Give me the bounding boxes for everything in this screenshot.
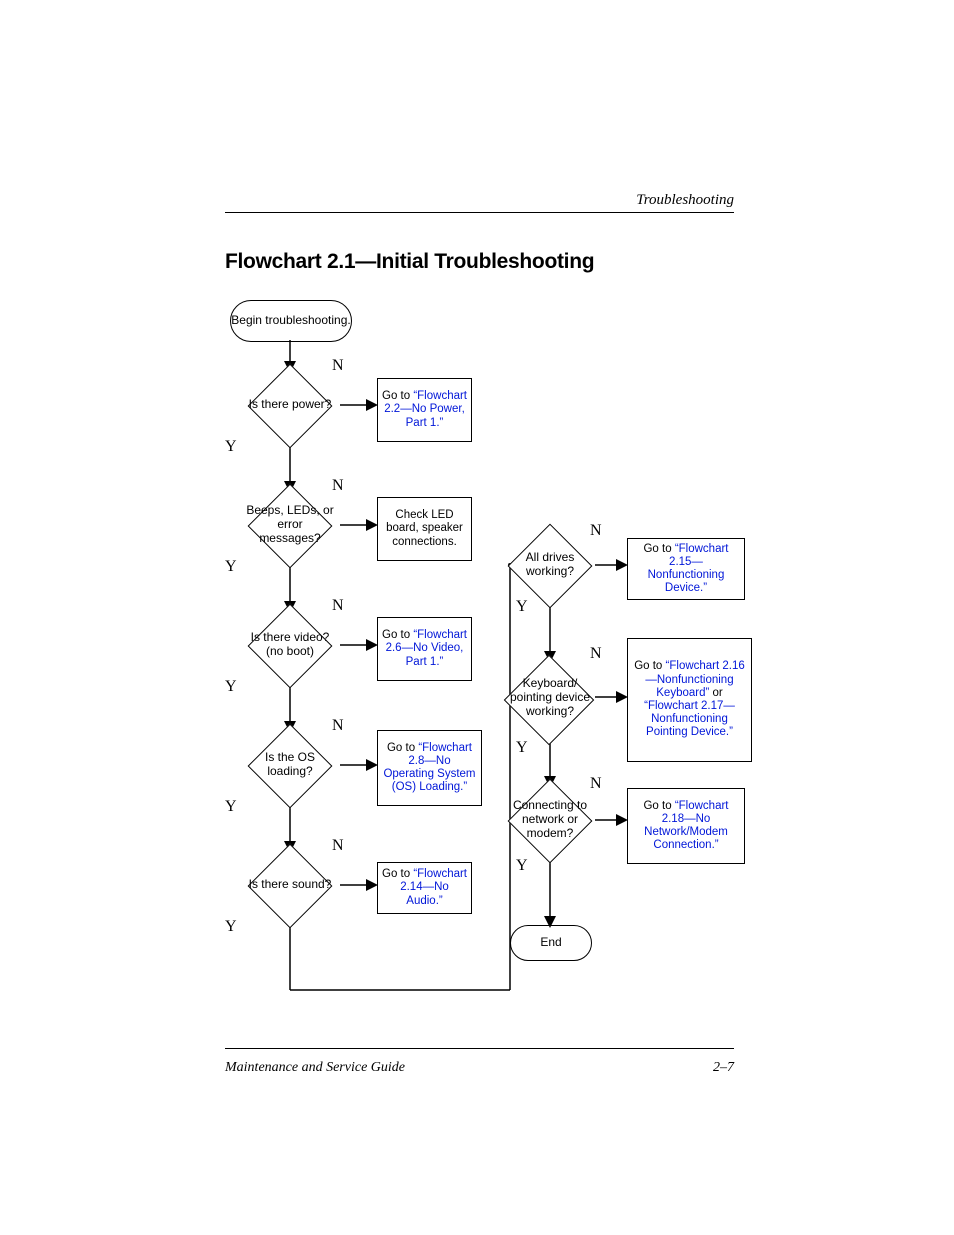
label-n: N [590,775,602,793]
decision-sound-text: Is there sound? [245,878,335,892]
action-no-video: Go to “Flowchart 2.6—No Video, Part 1.” [377,617,472,681]
begin-text: Begin troubleshooting. [231,314,350,328]
action-no-network: Go to “Flowchart 2.18—No Network/Modem C… [627,788,745,864]
action-no-audio: Go to “Flowchart 2.14—No Audio.” [377,862,472,914]
flowchart-title: Flowchart 2.1—Initial Troubleshooting [225,250,594,274]
decision-network-text: Connecting to network or modem? [505,799,595,840]
flowchart: Begin troubleshooting. Is there power? G… [220,290,760,1010]
label-n: N [590,522,602,540]
label-y: Y [516,857,528,875]
label-n: N [332,597,344,615]
decision-keyboard: Keyboard/ pointing device working? [505,658,595,738]
decision-drives-text: All drives working? [505,551,595,579]
header-rule [225,212,734,213]
decision-video: Is there video? (no boot) [245,608,335,682]
action-no-video-pre: Go to [382,629,413,641]
header-section: Troubleshooting [636,192,734,209]
action-no-power: Go to “Flowchart 2.2—No Power, Part 1.” [377,378,472,442]
decision-keyboard-text: Keyboard/ pointing device working? [505,677,595,718]
action-net-pre: Go to [643,800,674,812]
action-check-led: Check LED board, speaker connections. [377,497,472,561]
terminator-begin: Begin troubleshooting. [230,300,352,342]
label-y: Y [225,678,237,696]
decision-power: Is there power? [245,368,335,442]
label-y: Y [225,918,237,936]
label-y: Y [225,558,237,576]
action-no-power-pre: Go to [382,390,413,402]
action-kbd-pre: Go to [634,660,665,672]
page: Troubleshooting Flowchart 2.1—Initial Tr… [0,0,954,1235]
label-n: N [332,837,344,855]
action-nonfunction-kbd: Go to “Flowchart 2.16—Nonfunctioning Key… [627,638,752,762]
action-no-os: Go to “Flowchart 2.8—No Operating System… [377,730,482,806]
label-n: N [332,357,344,375]
label-n: N [332,477,344,495]
action-drives-pre: Go to [643,543,674,555]
label-n: N [332,717,344,735]
action-nonfunction-device: Go to “Flowchart 2.15—Nonfunctioning Dev… [627,538,745,600]
decision-os: Is the OS loading? [245,728,335,802]
label-y: Y [516,739,528,757]
decision-os-text: Is the OS loading? [245,751,335,779]
terminator-end: End [510,925,592,961]
action-no-audio-pre: Go to [382,868,413,880]
label-y: Y [516,598,528,616]
link-flowchart-2-17[interactable]: “Flowchart 2.17—Nonfunctioning Pointing … [644,700,735,738]
footer-rule [225,1048,734,1049]
action-no-os-pre: Go to [387,742,418,754]
decision-beeps-text: Beeps, LEDs, or error messages? [245,504,335,545]
action-check-led-text: Check LED board, speaker connections. [382,509,467,549]
footer-left: Maintenance and Service Guide [225,1060,405,1076]
decision-network: Connecting to network or modem? [505,783,595,857]
decision-power-text: Is there power? [245,398,335,412]
decision-sound: Is there sound? [245,848,335,922]
decision-beeps: Beeps, LEDs, or error messages? [245,488,335,562]
action-kbd-mid: or [709,687,722,699]
label-y: Y [225,438,237,456]
decision-video-text: Is there video? (no boot) [245,631,335,659]
decision-drives: All drives working? [505,528,595,602]
end-text: End [540,936,561,950]
footer-page-number: 2–7 [713,1060,734,1076]
label-n: N [590,645,602,663]
label-y: Y [225,798,237,816]
